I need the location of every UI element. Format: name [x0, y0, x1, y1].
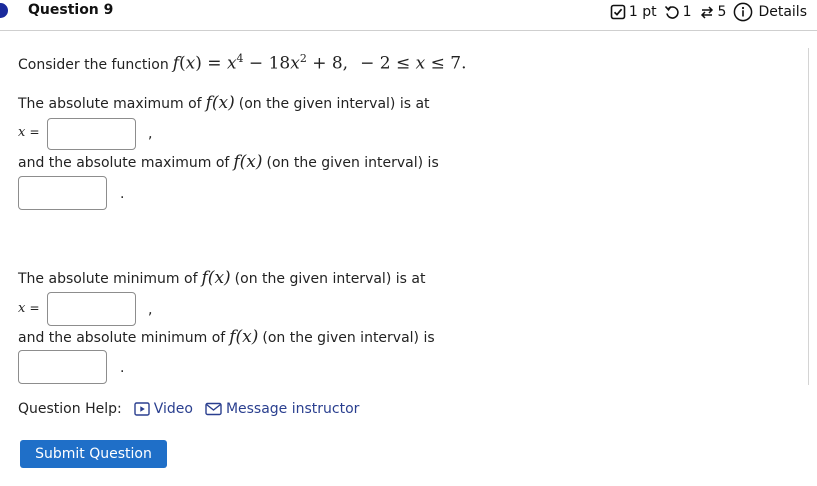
versions-indicator: 5 — [699, 4, 727, 20]
max-value-input[interactable] — [18, 176, 107, 210]
fx-symbol: f(x) — [205, 93, 235, 113]
max-x-input[interactable] — [47, 118, 136, 150]
period: . — [120, 186, 125, 202]
prompt-suffix: (on the given interval) is at — [234, 271, 426, 287]
info-icon — [733, 2, 753, 22]
envelope-icon — [205, 402, 222, 416]
function-statement: Consider the function f(x) = x4 − 18x2 +… — [18, 52, 470, 74]
question-title: Question 9 — [28, 2, 114, 18]
points-value: 1 pt — [628, 4, 657, 20]
details-toggle[interactable]: Details — [733, 2, 807, 22]
min-value-input[interactable] — [18, 350, 107, 384]
points-indicator: 1 pt — [610, 4, 657, 20]
intro-text: Consider the function — [18, 56, 169, 73]
question-status-dot — [0, 3, 8, 18]
function-expression: f(x) = x4 − 18x2 + 8, − 2 ≤ x ≤ 7. — [172, 52, 467, 74]
retry-icon — [664, 4, 680, 20]
fx-symbol: f(x) — [229, 327, 259, 347]
max-value-prompt: and the absolute maximum of f(x) (on the… — [18, 152, 439, 172]
video-link[interactable]: Video — [134, 401, 193, 417]
attempts-indicator: 1 — [664, 4, 692, 20]
submit-question-button[interactable]: Submit Question — [20, 440, 167, 468]
help-label: Question Help: — [18, 401, 122, 417]
message-instructor-link[interactable]: Message instructor — [205, 401, 359, 417]
comma: , — [148, 126, 153, 142]
content-divider — [808, 48, 809, 385]
prompt-text: and the absolute minimum of — [18, 330, 226, 346]
max-x-prompt: The absolute maximum of f(x) (on the giv… — [18, 93, 430, 113]
min-x-input[interactable] — [47, 292, 136, 326]
prompt-text: and the absolute maximum of — [18, 155, 230, 171]
details-label[interactable]: Details — [758, 4, 807, 20]
prompt-text: The absolute maximum of — [18, 96, 202, 112]
x-equals-label: x = — [18, 301, 40, 316]
versions-value: 5 — [717, 4, 727, 20]
x-equals-label: x = — [18, 125, 40, 140]
attempts-value: 1 — [682, 4, 692, 20]
question-header: Question 9 1 pt 1 5 Details — [0, 0, 817, 31]
prompt-text: The absolute minimum of — [18, 271, 198, 287]
prompt-suffix: (on the given interval) is — [266, 155, 439, 171]
checkbox-icon — [610, 4, 626, 20]
comma: , — [148, 302, 153, 318]
min-value-prompt: and the absolute minimum of f(x) (on the… — [18, 327, 435, 347]
fx-symbol: f(x) — [233, 152, 263, 172]
min-x-prompt: The absolute minimum of f(x) (on the giv… — [18, 268, 425, 288]
versions-icon — [699, 4, 715, 20]
prompt-suffix: (on the given interval) is — [262, 330, 435, 346]
period: . — [120, 360, 125, 376]
prompt-suffix: (on the given interval) is at — [238, 96, 430, 112]
video-icon — [134, 402, 150, 416]
question-meta: 1 pt 1 5 Details — [603, 2, 807, 22]
question-help: Question Help: Video Message instructor — [18, 401, 359, 417]
fx-symbol: f(x) — [201, 268, 231, 288]
